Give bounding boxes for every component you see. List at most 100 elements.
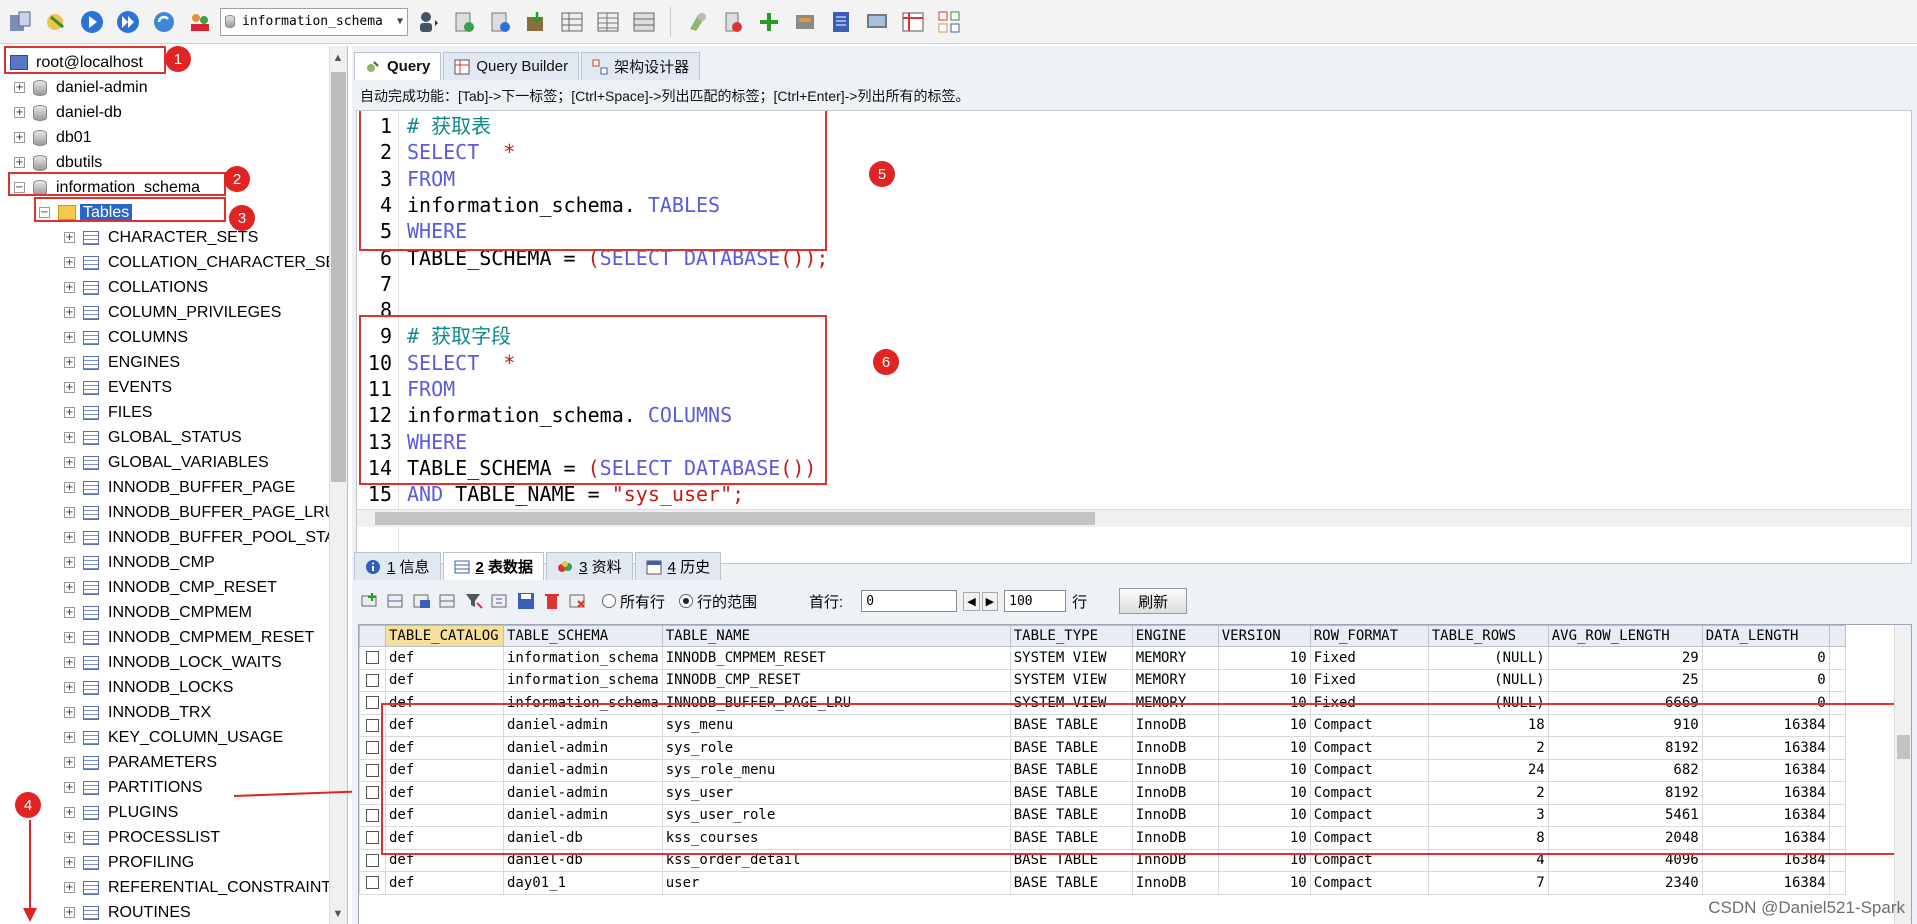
expand-icon[interactable]: + [64,232,75,243]
table-cell[interactable]: def [385,781,504,805]
column-header[interactable]: TABLE_CATALOG [385,625,504,647]
table-row[interactable]: def information_schema INNODB_CMPMEM_RESET… [359,646,1846,670]
row-checkbox[interactable] [366,831,379,845]
radio-all-rows[interactable]: 所有行 [602,591,665,612]
table-row[interactable]: def daniel-admin sys_menu BASE TABLE InnoDB 1… [359,713,1846,737]
expand-icon[interactable]: + [64,532,75,543]
tree-table-item[interactable]: + INNODB_BUFFER_PAGE [64,475,295,500]
table-cell[interactable]: InnoDB [1131,803,1219,827]
execute-icon[interactable] [76,6,108,38]
table-cell[interactable]: 16384 [1701,736,1830,760]
expand-icon[interactable]: + [64,282,75,293]
table-cell[interactable]: day01_1 [503,871,663,895]
expand-icon[interactable]: + [64,857,75,868]
table-cell[interactable]: 24 [1427,758,1549,782]
tools-icon[interactable] [753,6,785,38]
expand-icon[interactable]: + [14,107,25,118]
tree-table-item[interactable]: + GLOBAL_STATUS [64,425,242,450]
row-select-cell[interactable] [359,668,386,692]
table-data-icon[interactable] [592,6,624,38]
first-row-input[interactable] [861,590,958,612]
row-select-cell[interactable] [359,803,386,827]
table-cell[interactable]: def [385,668,504,692]
radio-row-range[interactable]: 行的范围 [679,591,757,612]
table-cell[interactable]: def [385,713,504,737]
column-header[interactable]: TABLE_NAME [661,625,1011,647]
expand-icon[interactable]: + [64,332,75,343]
table-cell[interactable]: daniel-admin [503,758,663,782]
tree-table-item[interactable]: + ENGINES [64,350,180,375]
refresh-button[interactable]: 刷新 [1119,588,1188,614]
delete-icon[interactable] [542,591,562,611]
table-cell[interactable]: 2 [1427,736,1549,760]
table-cell[interactable]: 2340 [1547,871,1703,895]
table-cell[interactable]: InnoDB [1131,713,1219,737]
tree-table-item[interactable]: + INNODB_BUFFER_POOL_STAT: [64,525,347,550]
expand-icon[interactable]: + [64,482,75,493]
table-cell[interactable]: 16384 [1701,871,1830,895]
table-cell[interactable]: Compact [1309,758,1429,782]
tree-db-daniel-admin[interactable]: + daniel-admin [14,75,148,100]
tree-table-item[interactable]: + FILES [64,400,152,425]
tree-table-item[interactable]: + INNODB_LOCKS [64,675,233,700]
scroll-down-icon[interactable]: ▼ [332,908,344,920]
table-cell[interactable]: 5461 [1547,803,1703,827]
radio-circle[interactable] [602,594,616,608]
schema-icon[interactable] [556,6,588,38]
tree-table-item[interactable]: + ROUTINES [64,900,191,924]
table-cell[interactable]: information_schema [503,646,663,670]
table-row[interactable]: def daniel-admin sys_user BASE TABLE InnoDB 1… [359,781,1846,805]
table-row[interactable]: def daniel-db kss_courses BASE TABLE InnoDB 1… [359,826,1846,850]
tab-schema-designer[interactable]: 架构设计器 [581,52,701,80]
table-cell[interactable]: Compact [1309,871,1429,895]
column-header[interactable]: VERSION [1217,625,1311,647]
table-cell[interactable]: user [661,871,1011,895]
editor-hscrollbar-thumb[interactable] [375,512,1095,525]
expand-icon[interactable]: + [64,757,75,768]
row-checkbox[interactable] [366,696,379,710]
table-cell[interactable]: information_schema [503,668,663,692]
tree-table-item[interactable]: + INNODB_CMPMEM_RESET [64,625,314,650]
table-cell[interactable]: 10 [1217,781,1311,805]
tree-db-dbutils[interactable]: + dbutils [14,150,102,175]
table-cell[interactable]: 8 [1427,826,1549,850]
table-cell[interactable]: 3 [1427,803,1549,827]
tree-table-item[interactable]: + PROFILING [64,850,194,875]
reset-filter-icon[interactable] [490,591,510,611]
tab-table-data[interactable]: 2 表数据 [442,552,545,580]
table-cell[interactable]: InnoDB [1131,758,1219,782]
table-cell[interactable]: daniel-admin [503,803,663,827]
table-cell[interactable]: Compact [1309,848,1429,872]
expand-icon[interactable]: + [64,557,75,568]
tree-table-item[interactable]: + PLUGINS [64,800,178,825]
expand-icon[interactable]: + [64,707,75,718]
tab-query[interactable]: Query [354,52,442,80]
table-cell[interactable]: daniel-db [503,826,663,850]
expand-icon[interactable]: + [14,82,25,93]
row-select-cell[interactable] [359,758,386,782]
table-cell[interactable]: MEMORY [1131,646,1219,670]
table-cell[interactable]: MEMORY [1131,691,1219,715]
table-row[interactable]: def daniel-admin sys_role BASE TABLE InnoDB 1… [359,736,1846,760]
tree-table-item[interactable]: + GLOBAL_VARIABLES [64,450,269,475]
table-cell[interactable]: def [385,758,504,782]
column-header[interactable]: ENGINE [1131,625,1219,647]
table-cell[interactable]: information_schema [503,691,663,715]
row-checkbox[interactable] [366,651,379,665]
tree-table-item[interactable]: + PARTITIONS [64,775,203,800]
table-cell[interactable]: daniel-admin [503,736,663,760]
table-cell[interactable]: MEMORY [1131,668,1219,692]
table-cell[interactable]: def [385,736,504,760]
table-cell[interactable]: 10 [1217,691,1311,715]
table-cell[interactable]: Fixed [1309,691,1429,715]
import-icon[interactable] [520,6,552,38]
tree-table-item[interactable]: + COLLATIONS [64,275,208,300]
tree-table-item[interactable]: + INNODB_BUFFER_PAGE_LRU [64,500,336,525]
table-cell[interactable]: 6669 [1547,691,1703,715]
table-row[interactable]: def information_schema INNODB_CMP_RESET SYS… [359,668,1846,692]
table-row[interactable]: def daniel-admin sys_user_role BASE TABLE In… [359,803,1846,827]
monitor-icon[interactable] [861,6,893,38]
tree-table-item[interactable]: + INNODB_TRX [64,700,211,725]
table-cell[interactable]: (NULL) [1427,646,1549,670]
table-row[interactable]: def day01_1 user BASE TABLE InnoDB 10 Compact 7… [359,871,1846,895]
